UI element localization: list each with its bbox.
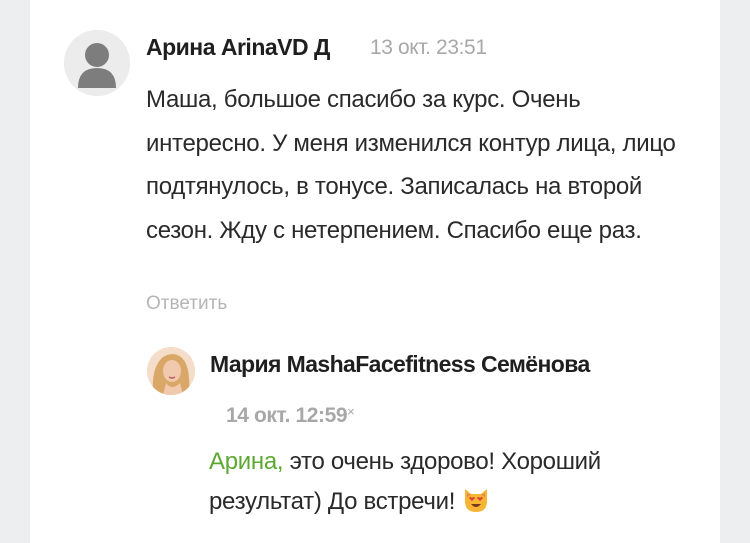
comment-text: Маша, большое спасибо за курс. Очень инт… [146,86,676,244]
heart-eyes-cat-emoji-icon [461,485,491,528]
comment-timestamp: 13 окт. 23:51 [370,36,487,59]
comment-author[interactable]: Арина ArinaVD Д [146,34,330,61]
comment-card: Арина ArinaVD Д 13 окт. 23:51 Маша, боль… [30,0,720,543]
reply-author[interactable]: Мария MashaFacefitness Семёнова [210,351,590,378]
mention-link[interactable]: Арина, [209,448,284,475]
user-avatar-icon[interactable] [64,30,130,96]
close-icon[interactable]: × [347,404,355,419]
reply-button[interactable]: Ответить [146,293,227,315]
reply-text: Арина, это очень здорово! Хороший резуль… [209,442,689,528]
reply-time-text: 14 окт. 12:59 [226,404,348,427]
reply-avatar-icon[interactable] [147,347,195,395]
reply-timestamp: 14 окт. 12:59× [226,404,355,428]
